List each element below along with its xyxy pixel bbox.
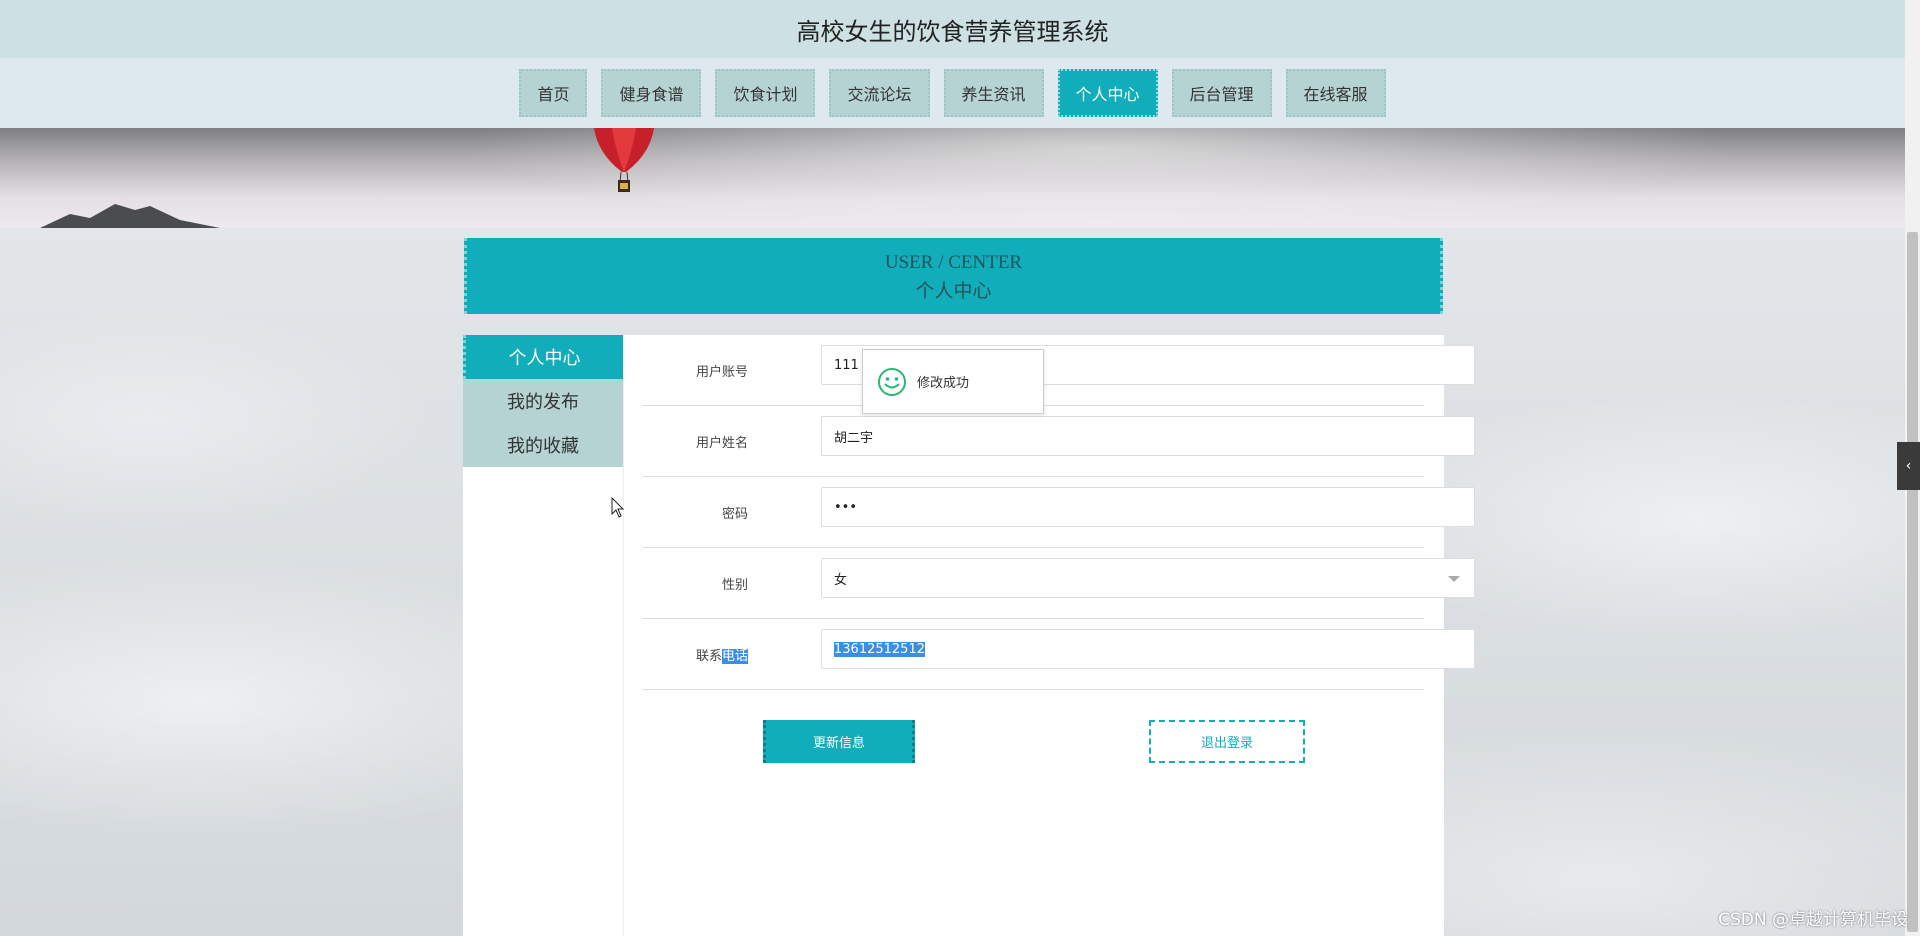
chevron-down-icon xyxy=(1448,576,1460,582)
mountain-silhouette xyxy=(40,204,220,228)
username-label: 用户账号 xyxy=(695,365,748,380)
smiley-icon xyxy=(878,367,906,396)
name-label: 用户姓名 xyxy=(695,436,748,451)
form-row-name: 用户姓名 胡二宇 xyxy=(643,406,1475,477)
main-nav: 首页 健身食谱 饮食计划 交流论坛 养生资讯 个人中心 后台管理 在线客服 xyxy=(0,58,1905,128)
password-field[interactable]: ••• xyxy=(821,487,1475,527)
side-panel-toggle[interactable]: ‹ xyxy=(1897,442,1920,490)
chevron-left-icon: ‹ xyxy=(1905,458,1912,474)
form-row-password: 密码 ••• xyxy=(643,477,1475,548)
section-title-en: USER / CENTER xyxy=(884,252,1023,273)
nav-item-home[interactable]: 首页 xyxy=(519,69,588,117)
sidebar-item-user-center[interactable]: 个人中心 xyxy=(463,335,623,379)
phone-label: 联系电话 xyxy=(696,645,748,664)
gender-label: 性别 xyxy=(721,578,748,593)
phone-label-highlight: 电话 xyxy=(721,649,748,664)
name-field[interactable]: 胡二宇 xyxy=(821,416,1475,456)
nav-item-diet-plan[interactable]: 饮食计划 xyxy=(715,69,816,117)
form-row-gender: 性别 女 xyxy=(643,548,1475,619)
site-header: 高校女生的饮食营养管理系统 xyxy=(0,0,1905,58)
success-toast: 修改成功 xyxy=(862,349,1044,414)
banner-haze xyxy=(0,128,1905,228)
user-center-panel: 个人中心 我的发布 我的收藏 用户账号 111 用户姓名 胡二宇 密码 ••• … xyxy=(463,335,1475,936)
hero-banner xyxy=(0,128,1905,228)
gender-selected-value: 女 xyxy=(834,572,848,588)
user-sidebar: 个人中心 我的发布 我的收藏 xyxy=(463,335,624,936)
site-title: 高校女生的饮食营养管理系统 xyxy=(796,17,1109,46)
sidebar-item-my-posts[interactable]: 我的发布 xyxy=(463,379,623,423)
update-info-button[interactable]: 更新信息 xyxy=(763,720,915,763)
hot-air-balloon-icon xyxy=(594,128,654,192)
gender-select[interactable]: 女 xyxy=(821,558,1475,598)
logout-button[interactable]: 退出登录 xyxy=(1149,720,1305,763)
watermark: CSDN @卓越计算机毕设 xyxy=(1718,910,1908,930)
phone-field[interactable]: 13612512512 xyxy=(821,629,1475,669)
nav-item-health-news[interactable]: 养生资讯 xyxy=(943,69,1044,117)
nav-item-fitness-recipes[interactable]: 健身食谱 xyxy=(601,69,702,117)
nav-item-admin[interactable]: 后台管理 xyxy=(1171,69,1272,117)
section-title-cn: 个人中心 xyxy=(915,280,992,302)
phone-value: 13612512512 xyxy=(834,641,925,657)
mouse-cursor-icon xyxy=(611,497,625,518)
phone-label-prefix: 联系 xyxy=(695,649,722,664)
section-header: USER / CENTER 个人中心 xyxy=(464,238,1443,314)
sidebar-item-my-favorites[interactable]: 我的收藏 xyxy=(463,423,623,467)
toast-message: 修改成功 xyxy=(917,376,970,391)
scrollbar-thumb[interactable] xyxy=(1907,232,1918,932)
password-label: 密码 xyxy=(721,507,748,522)
nav-item-online-service[interactable]: 在线客服 xyxy=(1285,69,1386,117)
form-row-phone: 联系电话 13612512512 xyxy=(643,619,1475,690)
nav-item-forum[interactable]: 交流论坛 xyxy=(829,69,930,117)
nav-item-user-center[interactable]: 个人中心 xyxy=(1057,69,1158,117)
